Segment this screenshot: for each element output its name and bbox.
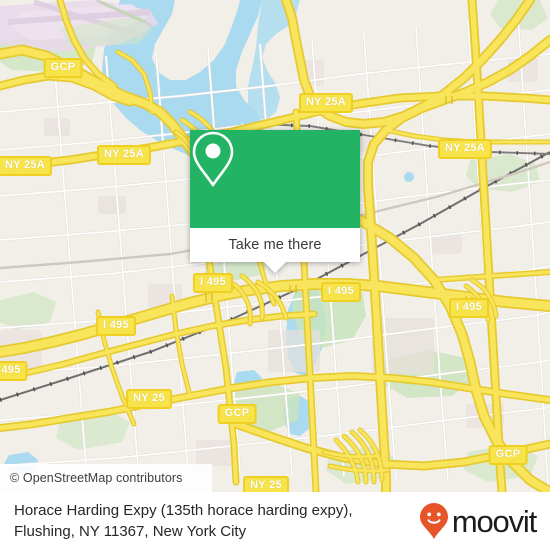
popup-tail (264, 262, 286, 273)
popup-image-area (190, 130, 360, 228)
moovit-logo[interactable]: moovit (419, 502, 537, 540)
location-popup-card[interactable]: Take me there (190, 130, 360, 273)
road-shield: NY 25A (0, 156, 53, 176)
road-shield: I 495 (193, 273, 233, 293)
road-shield: GCP (43, 58, 83, 78)
road-shield: NY 25A (96, 145, 152, 165)
map-attribution[interactable]: © OpenStreetMap contributors (0, 464, 212, 492)
moovit-wordmark: moovit (451, 503, 537, 539)
take-me-there-label: Take me there (228, 237, 322, 253)
road-shield: GCP (217, 404, 257, 424)
attribution-text: © OpenStreetMap contributors (10, 471, 183, 485)
moovit-smiley-pin-icon (419, 503, 448, 539)
road-shield: I 495 (449, 298, 489, 318)
road-shield: GCP (488, 445, 528, 465)
road-shield: NY 25 (243, 476, 289, 492)
road-shield: NY 25A (298, 93, 354, 113)
take-me-there-button[interactable]: Take me there (190, 228, 360, 262)
road-shield: 495 (0, 361, 28, 381)
location-title: Horace Harding Expy (135th horace hardin… (14, 502, 353, 540)
road-shield: NY 25A (437, 139, 493, 159)
road-shield: NY 25 (126, 389, 172, 409)
map-screenshot: GCP NY 25A NY 25A NY 25A NY 25A I 495 I 495 I 4… (0, 0, 550, 550)
footer-bar: Horace Harding Expy (135th horace hardin… (0, 492, 550, 550)
road-shield: I 495 (321, 282, 361, 302)
road-shield: I 495 (96, 316, 136, 336)
map-canvas[interactable]: GCP NY 25A NY 25A NY 25A NY 25A I 495 I 495 I 4… (0, 0, 550, 492)
map-pin-icon (192, 131, 234, 187)
